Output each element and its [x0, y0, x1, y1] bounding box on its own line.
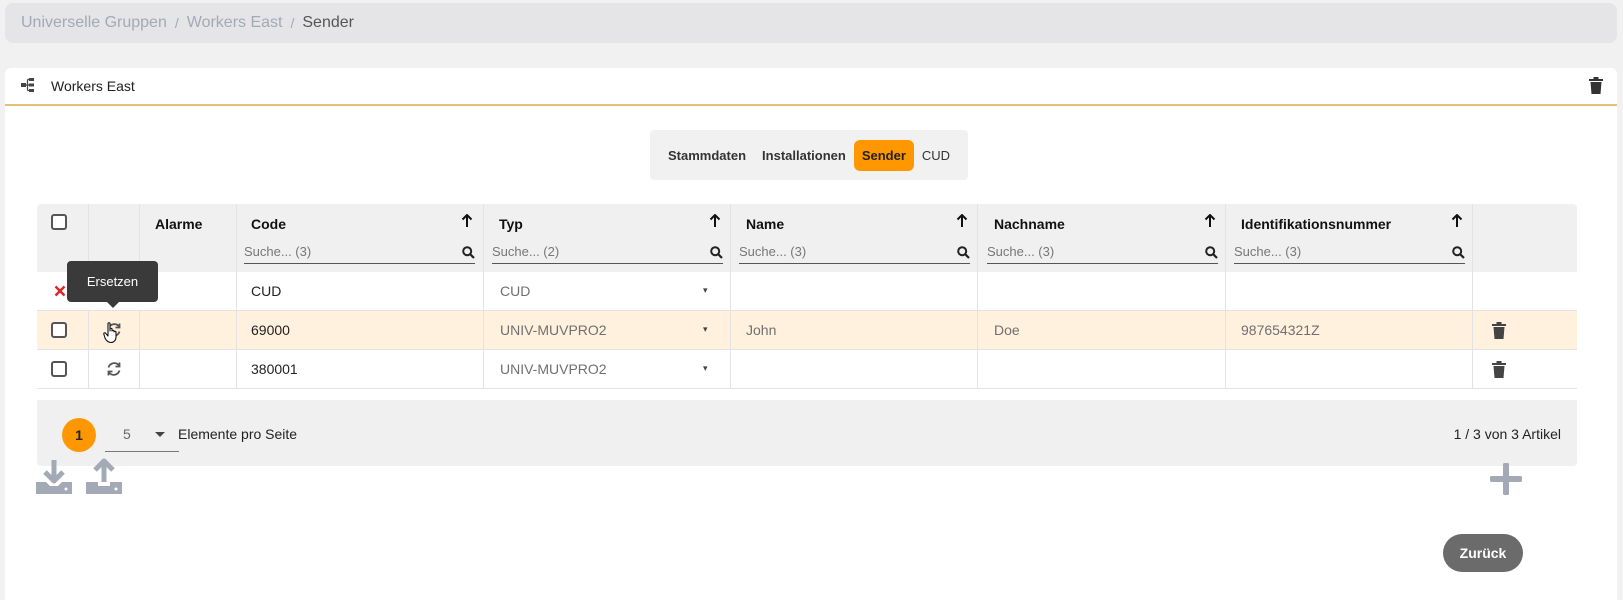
search-icon[interactable]: [1452, 246, 1465, 262]
search-icon[interactable]: [710, 246, 723, 262]
delete-group-icon[interactable]: [1589, 77, 1603, 97]
card-title: Workers East: [51, 78, 135, 94]
table-row: CUD CUD ▾: [37, 272, 1577, 311]
cell-typ[interactable]: UNIV-MUVPRO2: [500, 350, 607, 388]
tab-stammdaten[interactable]: Stammdaten: [660, 140, 754, 171]
table-row[interactable]: 380001 UNIV-MUVPRO2 ▾: [37, 350, 1577, 389]
cell-ident[interactable]: 987654321Z: [1241, 311, 1320, 349]
column-header-alarme: Alarme: [155, 216, 203, 232]
breadcrumb-link-workers-east[interactable]: Workers East: [187, 14, 283, 32]
add-icon[interactable]: [1489, 462, 1523, 499]
filter-nachname[interactable]: Suche... (3): [987, 242, 1218, 264]
tooltip-replace: Ersetzen: [67, 261, 158, 308]
cell-typ[interactable]: UNIV-MUVPRO2: [500, 311, 607, 349]
row-checkbox[interactable]: [51, 322, 67, 338]
pager: 1 5 Elemente pro Seite 1 / 3 von 3 Artik…: [37, 400, 1577, 466]
tab-cud[interactable]: CUD: [914, 140, 958, 171]
filter-identifikationsnummer[interactable]: Suche... (3): [1234, 242, 1465, 264]
card-header: Workers East: [5, 68, 1617, 106]
search-icon[interactable]: [462, 246, 475, 262]
page-size-select[interactable]: 5: [105, 418, 179, 452]
hierarchy-icon: [21, 77, 35, 96]
filter-code[interactable]: Suche... (3): [244, 242, 475, 264]
breadcrumb-current: Sender: [302, 14, 354, 31]
upload-icon[interactable]: [85, 458, 123, 499]
filter-name-input[interactable]: Suche... (3): [739, 244, 806, 259]
main-card: Workers East Stammdaten Installationen S…: [5, 68, 1617, 600]
select-all-checkbox[interactable]: [51, 214, 67, 230]
dropdown-caret-icon[interactable]: ▾: [703, 363, 708, 374]
sort-arrow-up-icon[interactable]: [709, 213, 721, 231]
breadcrumb: Universelle Gruppen / Workers East / Sen…: [5, 3, 1617, 43]
column-header-identifikationsnummer[interactable]: Identifikationsnummer: [1241, 216, 1391, 232]
table-row[interactable]: 69000 UNIV-MUVPRO2 ▾ John Doe 987654321Z: [37, 311, 1577, 350]
tab-installationen[interactable]: Installationen: [754, 140, 854, 171]
search-icon[interactable]: [957, 246, 970, 262]
dropdown-caret-icon[interactable]: ▾: [703, 324, 708, 335]
breadcrumb-link-universelle-gruppen[interactable]: Universelle Gruppen: [21, 14, 167, 32]
sort-arrow-up-icon[interactable]: [461, 213, 473, 231]
per-page-label: Elemente pro Seite: [178, 426, 298, 442]
column-header-typ[interactable]: Typ: [499, 216, 523, 232]
filter-name[interactable]: Suche... (3): [739, 242, 970, 264]
breadcrumb-separator: /: [174, 15, 179, 31]
cancel-x-icon[interactable]: [54, 272, 66, 310]
page-info: 1 / 3 von 3 Artikel: [1453, 426, 1561, 442]
dropdown-caret-icon[interactable]: ▾: [703, 285, 708, 296]
row-checkbox[interactable]: [51, 361, 67, 377]
sort-arrow-up-icon[interactable]: [1451, 213, 1463, 231]
cell-typ[interactable]: CUD: [500, 272, 530, 310]
filter-code-input[interactable]: Suche... (3): [244, 244, 311, 259]
back-button[interactable]: Zurück: [1443, 534, 1523, 572]
filter-typ[interactable]: Suche... (2): [492, 242, 723, 264]
delete-row-icon[interactable]: [1492, 350, 1506, 388]
replace-icon[interactable]: [106, 350, 122, 388]
cell-code[interactable]: 69000: [251, 311, 290, 349]
sender-table: Alarme Code Suche... (3) Typ Suche... (2…: [37, 204, 1577, 466]
filter-nachname-input[interactable]: Suche... (3): [987, 244, 1054, 259]
cell-code[interactable]: CUD: [251, 272, 281, 310]
cell-nachname[interactable]: Doe: [994, 311, 1020, 349]
table-header: Alarme Code Suche... (3) Typ Suche... (2…: [37, 204, 1577, 272]
tab-bar: Stammdaten Installationen Sender CUD: [650, 130, 968, 180]
filter-ident-input[interactable]: Suche... (3): [1234, 244, 1301, 259]
page-button-current[interactable]: 1: [62, 418, 96, 452]
search-icon[interactable]: [1205, 246, 1218, 262]
chevron-down-icon: [155, 432, 165, 437]
column-header-code[interactable]: Code: [251, 216, 286, 232]
cell-code[interactable]: 380001: [251, 350, 298, 388]
breadcrumb-separator: /: [290, 15, 295, 31]
page-size-value: 5: [123, 426, 131, 442]
column-header-name[interactable]: Name: [746, 216, 784, 232]
download-icon[interactable]: [35, 458, 73, 499]
delete-row-icon[interactable]: [1492, 311, 1506, 349]
sort-arrow-up-icon[interactable]: [956, 213, 968, 231]
column-header-nachname[interactable]: Nachname: [994, 216, 1065, 232]
hand-cursor-icon: [103, 322, 121, 347]
sort-arrow-up-icon[interactable]: [1204, 213, 1216, 231]
tab-sender[interactable]: Sender: [853, 139, 914, 171]
cell-name[interactable]: John: [746, 311, 776, 349]
filter-typ-input[interactable]: Suche... (2): [492, 244, 559, 259]
